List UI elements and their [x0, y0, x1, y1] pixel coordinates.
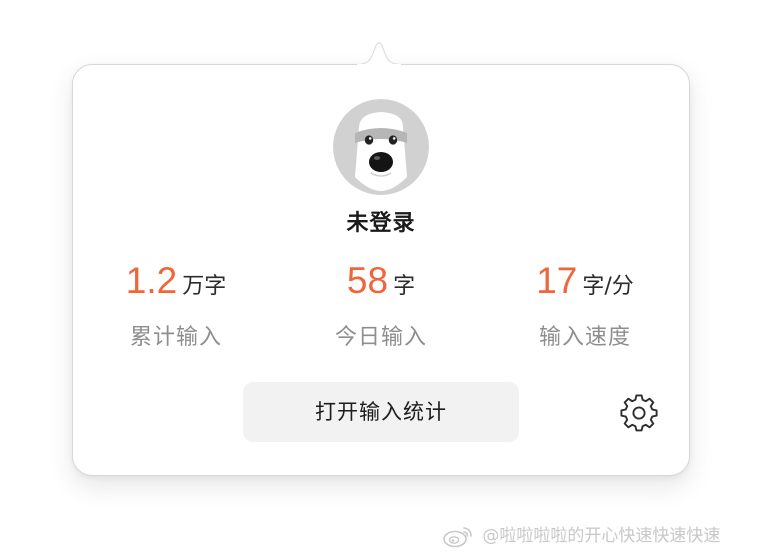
stat-input-speed: 17 字/分 输入速度 [485, 257, 685, 351]
dog-mascot-icon [333, 99, 429, 195]
stat-today-input: 58 字 今日输入 [281, 257, 481, 351]
settings-button[interactable] [619, 393, 659, 433]
weibo-logo-icon [443, 527, 472, 548]
avatar[interactable] [333, 99, 429, 195]
weibo-watermark: @啦啦啦啦的开心快速快速快速 [442, 522, 720, 550]
watermark-text: @啦啦啦啦的开心快速快速快速 [482, 526, 721, 546]
stat-today-label: 今日输入 [334, 325, 427, 350]
stat-speed-value: 17 [536, 260, 578, 301]
stat-value-row: 1.2 万字 [76, 257, 276, 305]
open-input-stats-button[interactable]: 打开输入统计 [243, 382, 519, 442]
stat-speed-unit: 字/分 [582, 274, 634, 299]
stat-total-input: 1.2 万字 累计输入 [76, 257, 276, 351]
stat-today-unit: 字 [393, 274, 416, 299]
stat-speed-label: 输入速度 [538, 325, 631, 350]
stat-today-value: 58 [346, 260, 389, 301]
gear-icon [620, 394, 658, 432]
stat-total-value: 1.2 [125, 260, 178, 301]
stat-value-row: 58 字 [281, 257, 481, 305]
login-status[interactable]: 未登录 [73, 205, 689, 237]
stat-value-row: 17 字/分 [485, 257, 685, 305]
popover-arrow [357, 42, 401, 65]
stat-total-label: 累计输入 [129, 325, 222, 350]
stat-total-unit: 万字 [182, 274, 227, 299]
input-stats-popover: 未登录 1.2 万字 累计输入 58 字 今日输入 17 字/分 输入速度 打开输入统… [72, 64, 690, 476]
